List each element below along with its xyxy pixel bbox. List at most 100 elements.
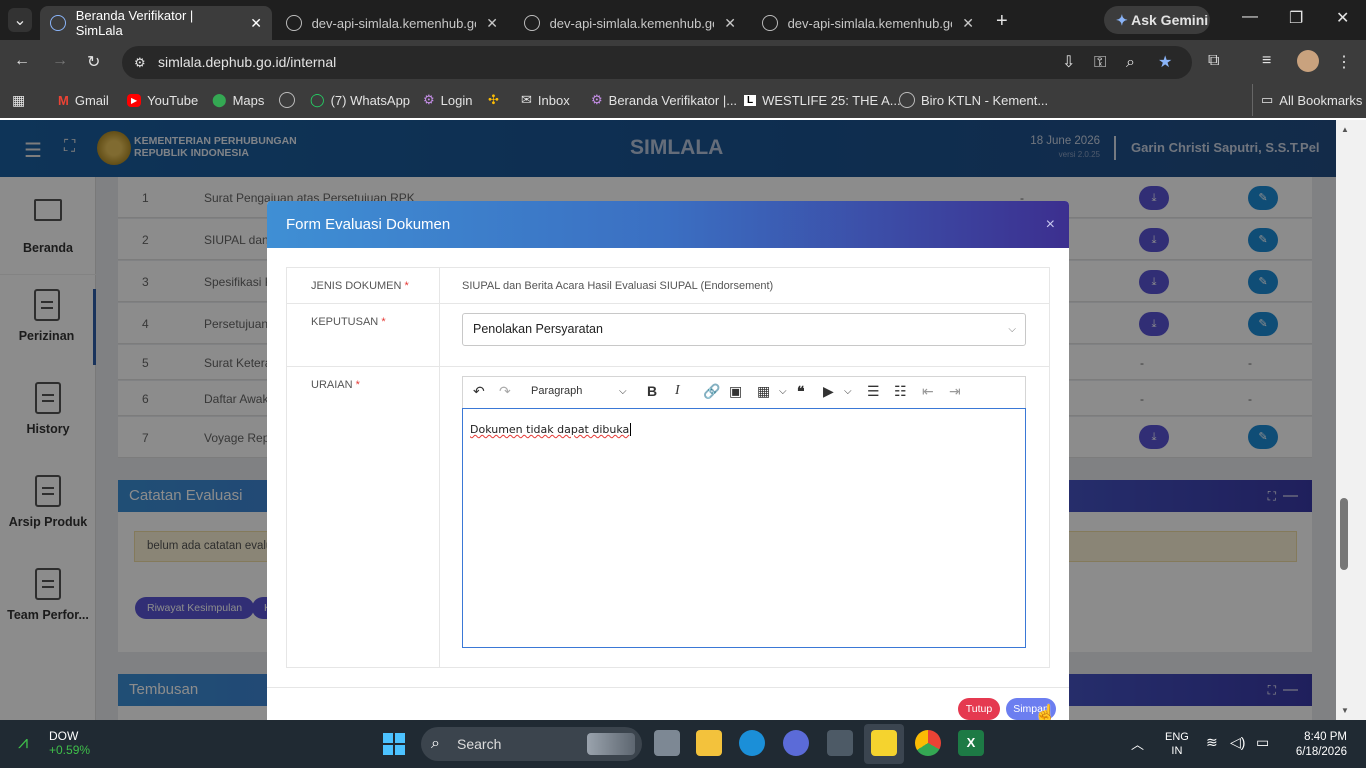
bulleted-list-icon[interactable]: ☰ — [867, 383, 880, 400]
close-tab-icon[interactable]: ✕ — [486, 15, 498, 32]
uraian-editor[interactable]: Dokumen tidak dapat dibuka — [462, 408, 1026, 648]
site-icon: ⚙ — [591, 92, 603, 107]
tab-dev-api-2[interactable]: dev-api-simlala.kemenhub.go.id ✕ — [514, 6, 746, 40]
bookmark-login[interactable]: ⚙ Login — [423, 84, 472, 116]
close-window-icon[interactable]: ✕ — [1336, 8, 1349, 28]
bold-icon[interactable]: B — [647, 383, 657, 399]
taskbar-search[interactable]: ⌕ Search — [421, 727, 642, 761]
minimize-icon[interactable]: — — [1242, 8, 1258, 26]
chevron-down-icon[interactable]: ⌵ — [619, 386, 627, 397]
address-bar[interactable]: ⚙ simlala.dephub.go.id/internal ⇩ ⚿ ⌕ ★ — [122, 46, 1192, 79]
redo-icon[interactable]: ↷ — [499, 383, 511, 400]
form-divider — [439, 268, 440, 667]
edge-icon[interactable] — [739, 730, 765, 756]
required-mark: * — [381, 316, 386, 328]
tab-label: Beranda Verifikator | SimLala — [75, 8, 194, 38]
pinwheel-icon: ✣ — [488, 92, 499, 107]
media-embed-icon[interactable]: ▶ — [823, 383, 834, 400]
maximize-icon[interactable]: ❐ — [1289, 8, 1303, 28]
new-tab-icon[interactable]: + — [996, 10, 1008, 33]
menu-kebab-icon[interactable]: ⋮ — [1336, 52, 1352, 72]
wifi-icon[interactable]: ≋ — [1206, 734, 1218, 751]
site-info-icon[interactable]: ⚙ — [134, 46, 146, 79]
bookmark-gmail[interactable]: M Gmail — [58, 84, 109, 116]
link-icon[interactable]: 🔗 — [703, 383, 720, 400]
close-tab-icon[interactable]: ✕ — [250, 15, 262, 32]
paragraph-format-select[interactable]: Paragraph — [531, 385, 582, 397]
globe-icon — [899, 92, 915, 108]
task-view-icon[interactable] — [654, 730, 680, 756]
stock-widget[interactable]: DOW +0.59% — [49, 729, 90, 757]
search-icon: ⌕ — [431, 735, 440, 752]
windows-start-icon[interactable] — [383, 733, 405, 755]
sticky-notes-icon[interactable] — [871, 730, 897, 756]
all-bookmarks[interactable]: ▭ All Bookmarks — [1252, 84, 1362, 116]
keputusan-select[interactable]: Penolakan Persyaratan ⌵ — [462, 313, 1026, 346]
scroll-up-icon[interactable]: ▲ — [1341, 125, 1349, 134]
indent-icon[interactable]: ⇥ — [949, 383, 961, 400]
url-text: simlala.dephub.go.id/internal — [158, 54, 337, 70]
tab-dev-api-1[interactable]: dev-api-simlala.kemenhub.go.id ✕ — [276, 6, 508, 40]
bookmark-inbox[interactable]: ✉ Inbox — [521, 84, 570, 116]
tab-search-icon[interactable]: ⌄ — [8, 8, 32, 32]
media-icon[interactable]: ≡ — [1262, 52, 1271, 70]
excel-icon[interactable]: X — [958, 730, 984, 756]
bookmark-youtube[interactable]: ▶ YouTube — [127, 84, 198, 116]
scrollbar-thumb[interactable] — [1340, 498, 1348, 570]
reload-icon[interactable]: ↻ — [87, 52, 100, 72]
back-icon[interactable]: ← — [14, 52, 30, 70]
install-icon[interactable]: ⇩ — [1062, 46, 1075, 79]
numbered-list-icon[interactable]: ☷ — [894, 383, 907, 400]
file-explorer-icon[interactable] — [696, 730, 722, 756]
extensions-icon[interactable]: ⧉ — [1208, 52, 1219, 70]
close-modal-icon[interactable]: × — [1046, 201, 1055, 248]
jenis-dokumen-label: JENIS DOKUMEN * — [287, 280, 439, 292]
bookmark-globe[interactable] — [279, 84, 295, 116]
globe-icon — [524, 15, 540, 31]
camera-icon[interactable] — [827, 730, 853, 756]
zoom-icon[interactable]: ⌕ — [1126, 46, 1135, 79]
volume-icon[interactable]: ◁) — [1230, 734, 1245, 751]
chrome-icon[interactable] — [915, 730, 941, 756]
copilot-icon[interactable] — [783, 730, 809, 756]
table-icon[interactable]: ▦ — [757, 383, 770, 400]
blockquote-icon[interactable]: ❝ — [797, 383, 805, 400]
ask-gemini-button[interactable]: ✦ Ask Gemini — [1104, 6, 1210, 34]
editor-text: Dokumen tidak dapat dibuka — [470, 423, 630, 436]
bookmark-pinwheel[interactable]: ✣ — [488, 84, 499, 116]
bookmark-whatsapp[interactable]: ◯ (7) WhatsApp — [310, 84, 410, 116]
battery-icon[interactable]: ▭ — [1256, 734, 1269, 751]
stock-name: DOW — [49, 729, 79, 743]
chevron-down-icon[interactable]: ⌵ — [779, 386, 787, 397]
globe-icon — [762, 15, 778, 31]
scroll-down-icon[interactable]: ▼ — [1341, 706, 1349, 715]
clock[interactable]: 8:40 PM 6/18/2026 — [1292, 730, 1347, 760]
undo-icon[interactable]: ↶ — [473, 383, 485, 400]
bookmark-maps[interactable]: ⬤ Maps — [212, 84, 264, 116]
browser-toolbar: ← → ↻ ⚙ simlala.dephub.go.id/internal ⇩ … — [0, 40, 1366, 84]
close-tab-icon[interactable]: ✕ — [724, 15, 736, 32]
insert-image-icon[interactable]: ▣ — [729, 383, 742, 400]
bookmark-westlife[interactable]: L WESTLIFE 25: THE A... — [744, 84, 901, 116]
tutup-button[interactable]: Tutup — [958, 698, 1000, 720]
bookmark-biro-ktln[interactable]: Biro KTLN - Kement... — [899, 84, 1048, 116]
apps-grid-icon[interactable]: ▦ — [12, 92, 25, 109]
bookmark-beranda[interactable]: ⚙ Beranda Verifikator |... — [591, 84, 737, 116]
show-hidden-icons[interactable]: ︿ — [1131, 734, 1144, 753]
password-key-icon[interactable]: ⚿ — [1094, 46, 1106, 79]
profile-avatar[interactable] — [1297, 50, 1319, 72]
gmail-icon: M — [58, 92, 69, 108]
tab-simlala[interactable]: Beranda Verifikator | SimLala ✕ — [40, 6, 272, 40]
bookmark-star-icon[interactable]: ★ — [1158, 46, 1172, 79]
language-indicator[interactable]: ENG IN — [1165, 730, 1189, 758]
tab-dev-api-3[interactable]: dev-api-simlala.kemenhub.go.id ✕ — [752, 6, 984, 40]
close-tab-icon[interactable]: ✕ — [962, 15, 974, 32]
forward-icon[interactable]: → — [52, 52, 68, 70]
outdent-icon[interactable]: ⇤ — [922, 383, 934, 400]
bookmarks-bar: ▦ M Gmail ▶ YouTube ⬤ Maps ◯ (7) WhatsApp ⚙ L… — [0, 84, 1366, 118]
page-scrollbar[interactable]: ▲ ▼ — [1336, 120, 1366, 720]
clock-date: 6/18/2026 — [1295, 746, 1347, 758]
italic-icon[interactable]: I — [675, 383, 680, 399]
folder-icon: ▭ — [1261, 92, 1274, 107]
chevron-down-icon[interactable]: ⌵ — [844, 386, 852, 397]
